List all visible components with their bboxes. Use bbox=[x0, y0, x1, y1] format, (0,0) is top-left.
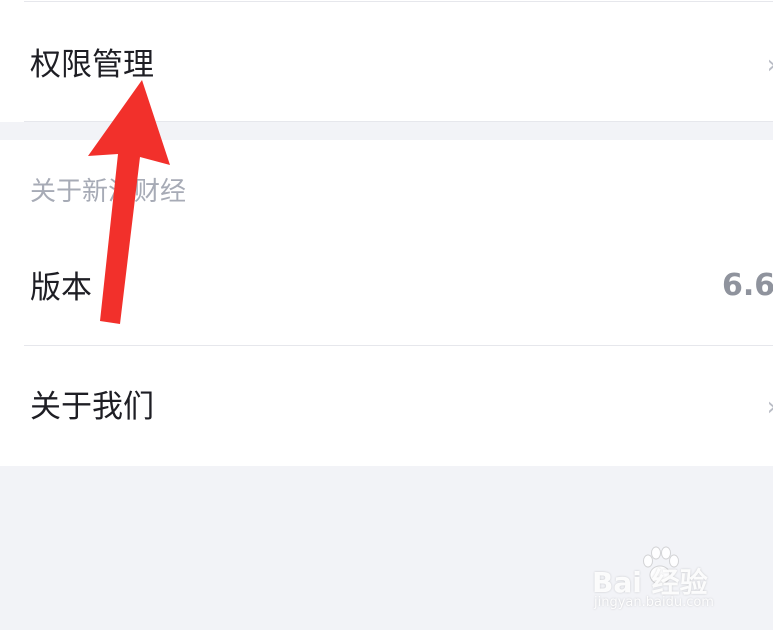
red-arrow-icon bbox=[88, 80, 170, 324]
watermark-url: jingyan.baidu.com bbox=[594, 595, 714, 610]
watermark: Bai 经验 jingyan.baidu.com bbox=[592, 545, 762, 615]
